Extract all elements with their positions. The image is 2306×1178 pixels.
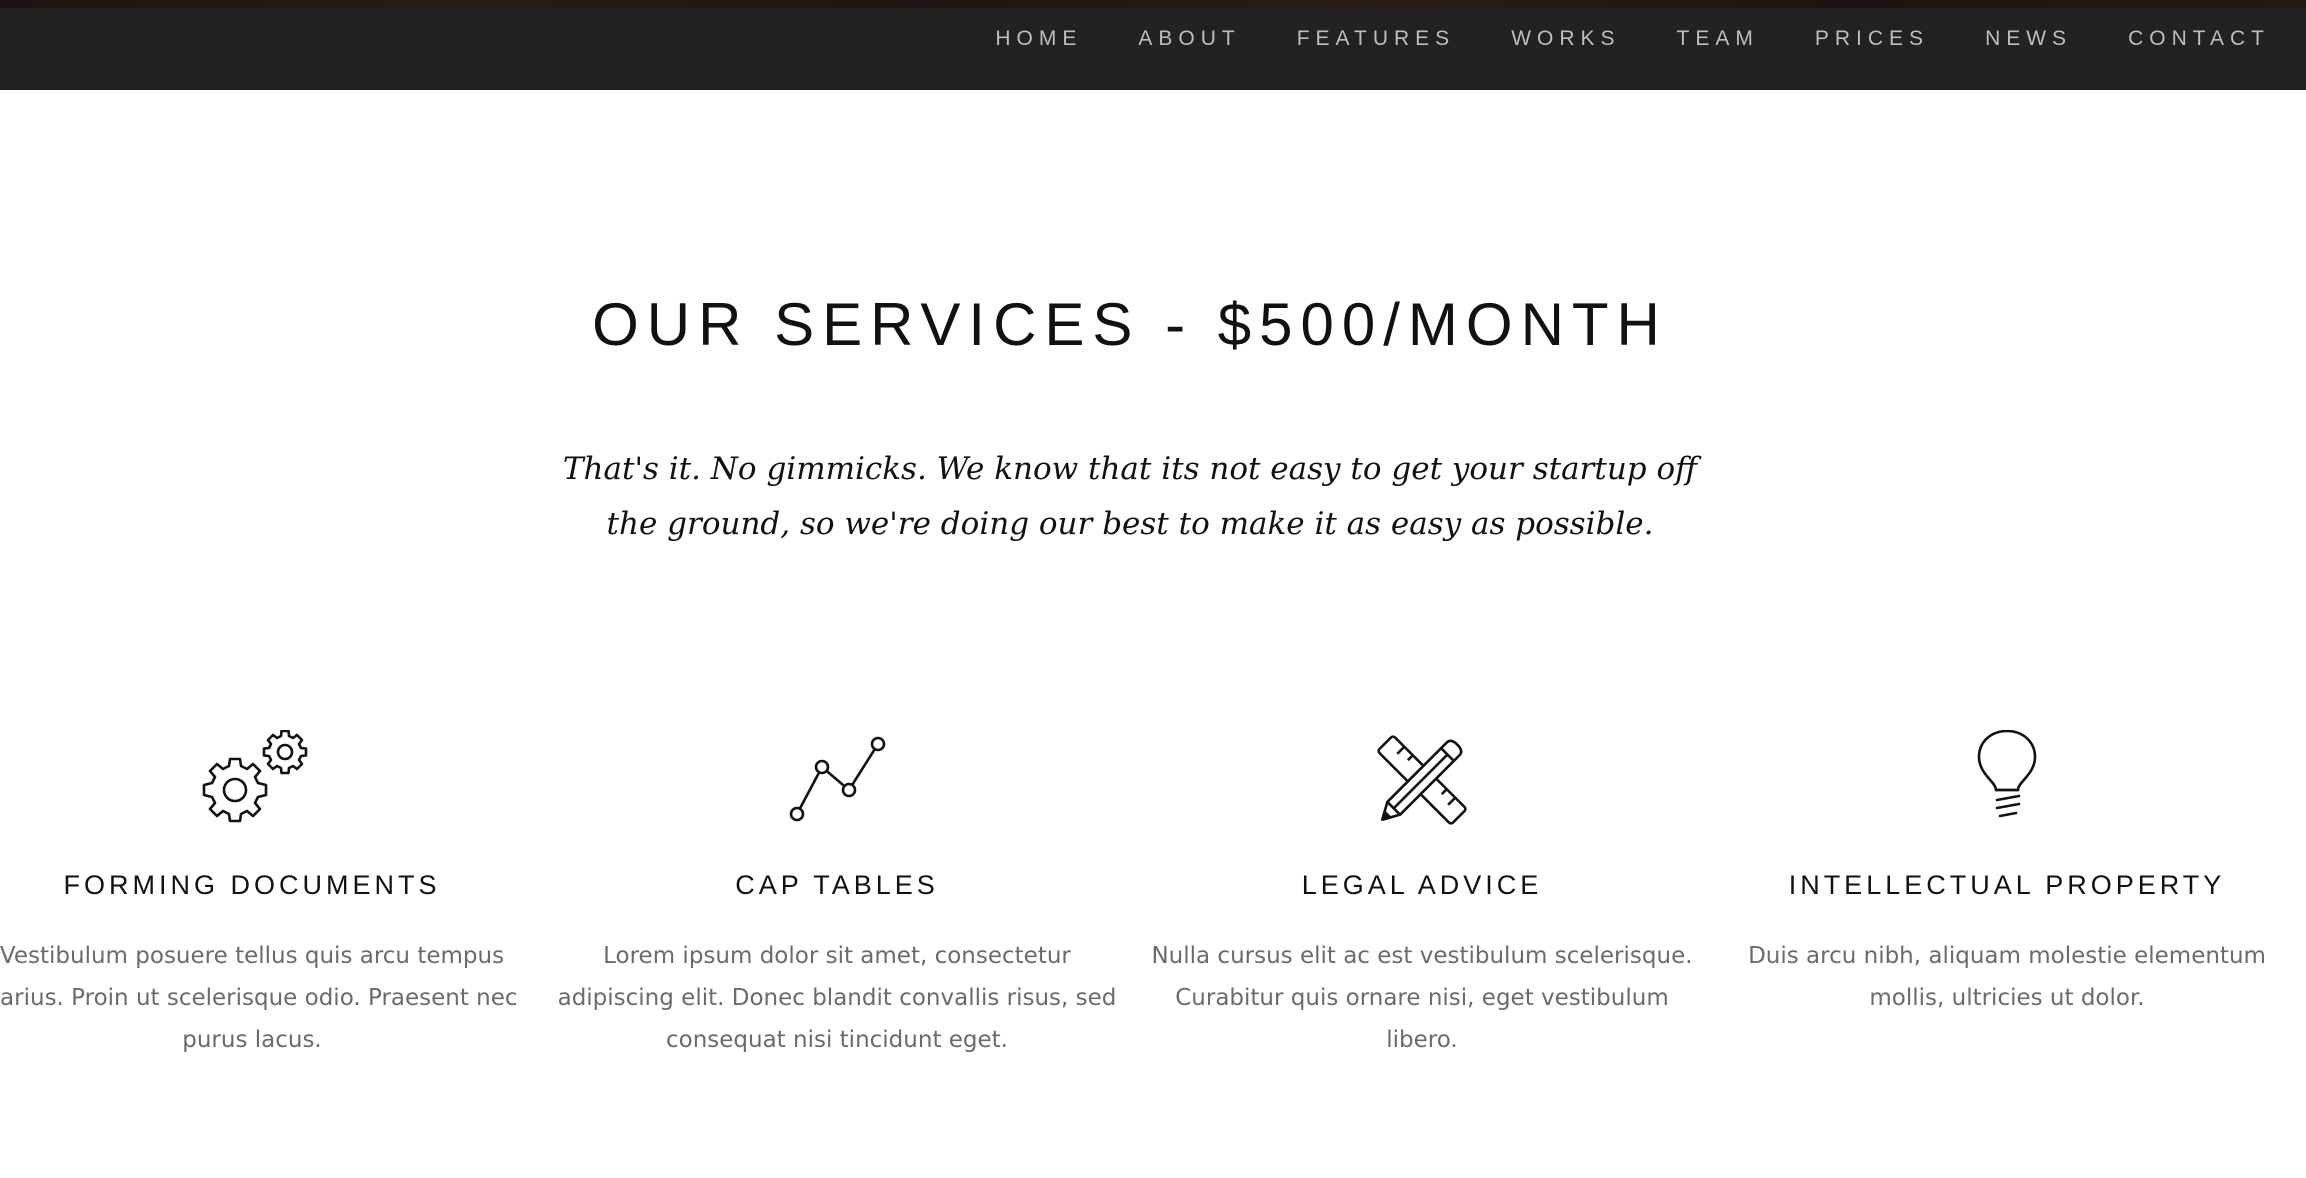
- service-description: Vestibulum posuere tellus quis arcu temp…: [0, 943, 518, 1053]
- service-title: INTELLECTUAL PROPERTY: [1788, 870, 2226, 900]
- service-legal-advice: LEGAL ADVICE Nulla cursus elit ac est ve…: [1142, 730, 1702, 1061]
- nav-works[interactable]: WORKS: [1511, 27, 1620, 51]
- nav-home[interactable]: HOME: [995, 27, 1082, 51]
- nav-news[interactable]: NEWS: [1985, 27, 2072, 51]
- top-navbar: HOME ABOUT FEATURES WORKS TEAM PRICES NE…: [0, 8, 2306, 90]
- nav-prices[interactable]: PRICES: [1815, 27, 1929, 51]
- section-title: OUR SERVICES - $500/MONTH: [592, 291, 1668, 358]
- page: HOME ABOUT FEATURES WORKS TEAM PRICES NE…: [0, 0, 2306, 1178]
- section-subtitle: That's it. No gimmicks. We know that its…: [562, 451, 1698, 542]
- pencil-ruler-icon: [1357, 730, 1487, 830]
- service-description: Lorem ipsum dolor sit amet, consectetur …: [557, 943, 1117, 1053]
- gears-icon: [187, 730, 317, 830]
- nav-menu: HOME ABOUT FEATURES WORKS TEAM PRICES NE…: [995, 8, 2270, 70]
- nav-team[interactable]: TEAM: [1677, 27, 1759, 51]
- nav-about[interactable]: ABOUT: [1138, 27, 1240, 51]
- service-title: LEGAL ADVICE: [1301, 870, 1543, 900]
- service-title: FORMING DOCUMENTS: [63, 870, 441, 900]
- nav-features[interactable]: FEATURES: [1297, 27, 1455, 51]
- service-description: Duis arcu nibh, aliquam molestie element…: [1748, 943, 2266, 1011]
- service-description: Nulla cursus elit ac est vestibulum scel…: [1151, 943, 1693, 1053]
- nav-contact[interactable]: CONTACT: [2128, 27, 2270, 51]
- service-cap-tables: CAP TABLES Lorem ipsum dolor sit amet, c…: [557, 730, 1117, 1061]
- service-title: CAP TABLES: [735, 870, 939, 900]
- header-image-strip: [0, 0, 2306, 8]
- service-intellectual-property: INTELLECTUAL PROPERTY Duis arcu nibh, al…: [1727, 730, 2287, 1019]
- line-chart-icon: [772, 730, 902, 830]
- service-forming-documents: FORMING DOCUMENTS Vestibulum posuere tel…: [0, 730, 532, 1061]
- lightbulb-icon: [1942, 730, 2072, 830]
